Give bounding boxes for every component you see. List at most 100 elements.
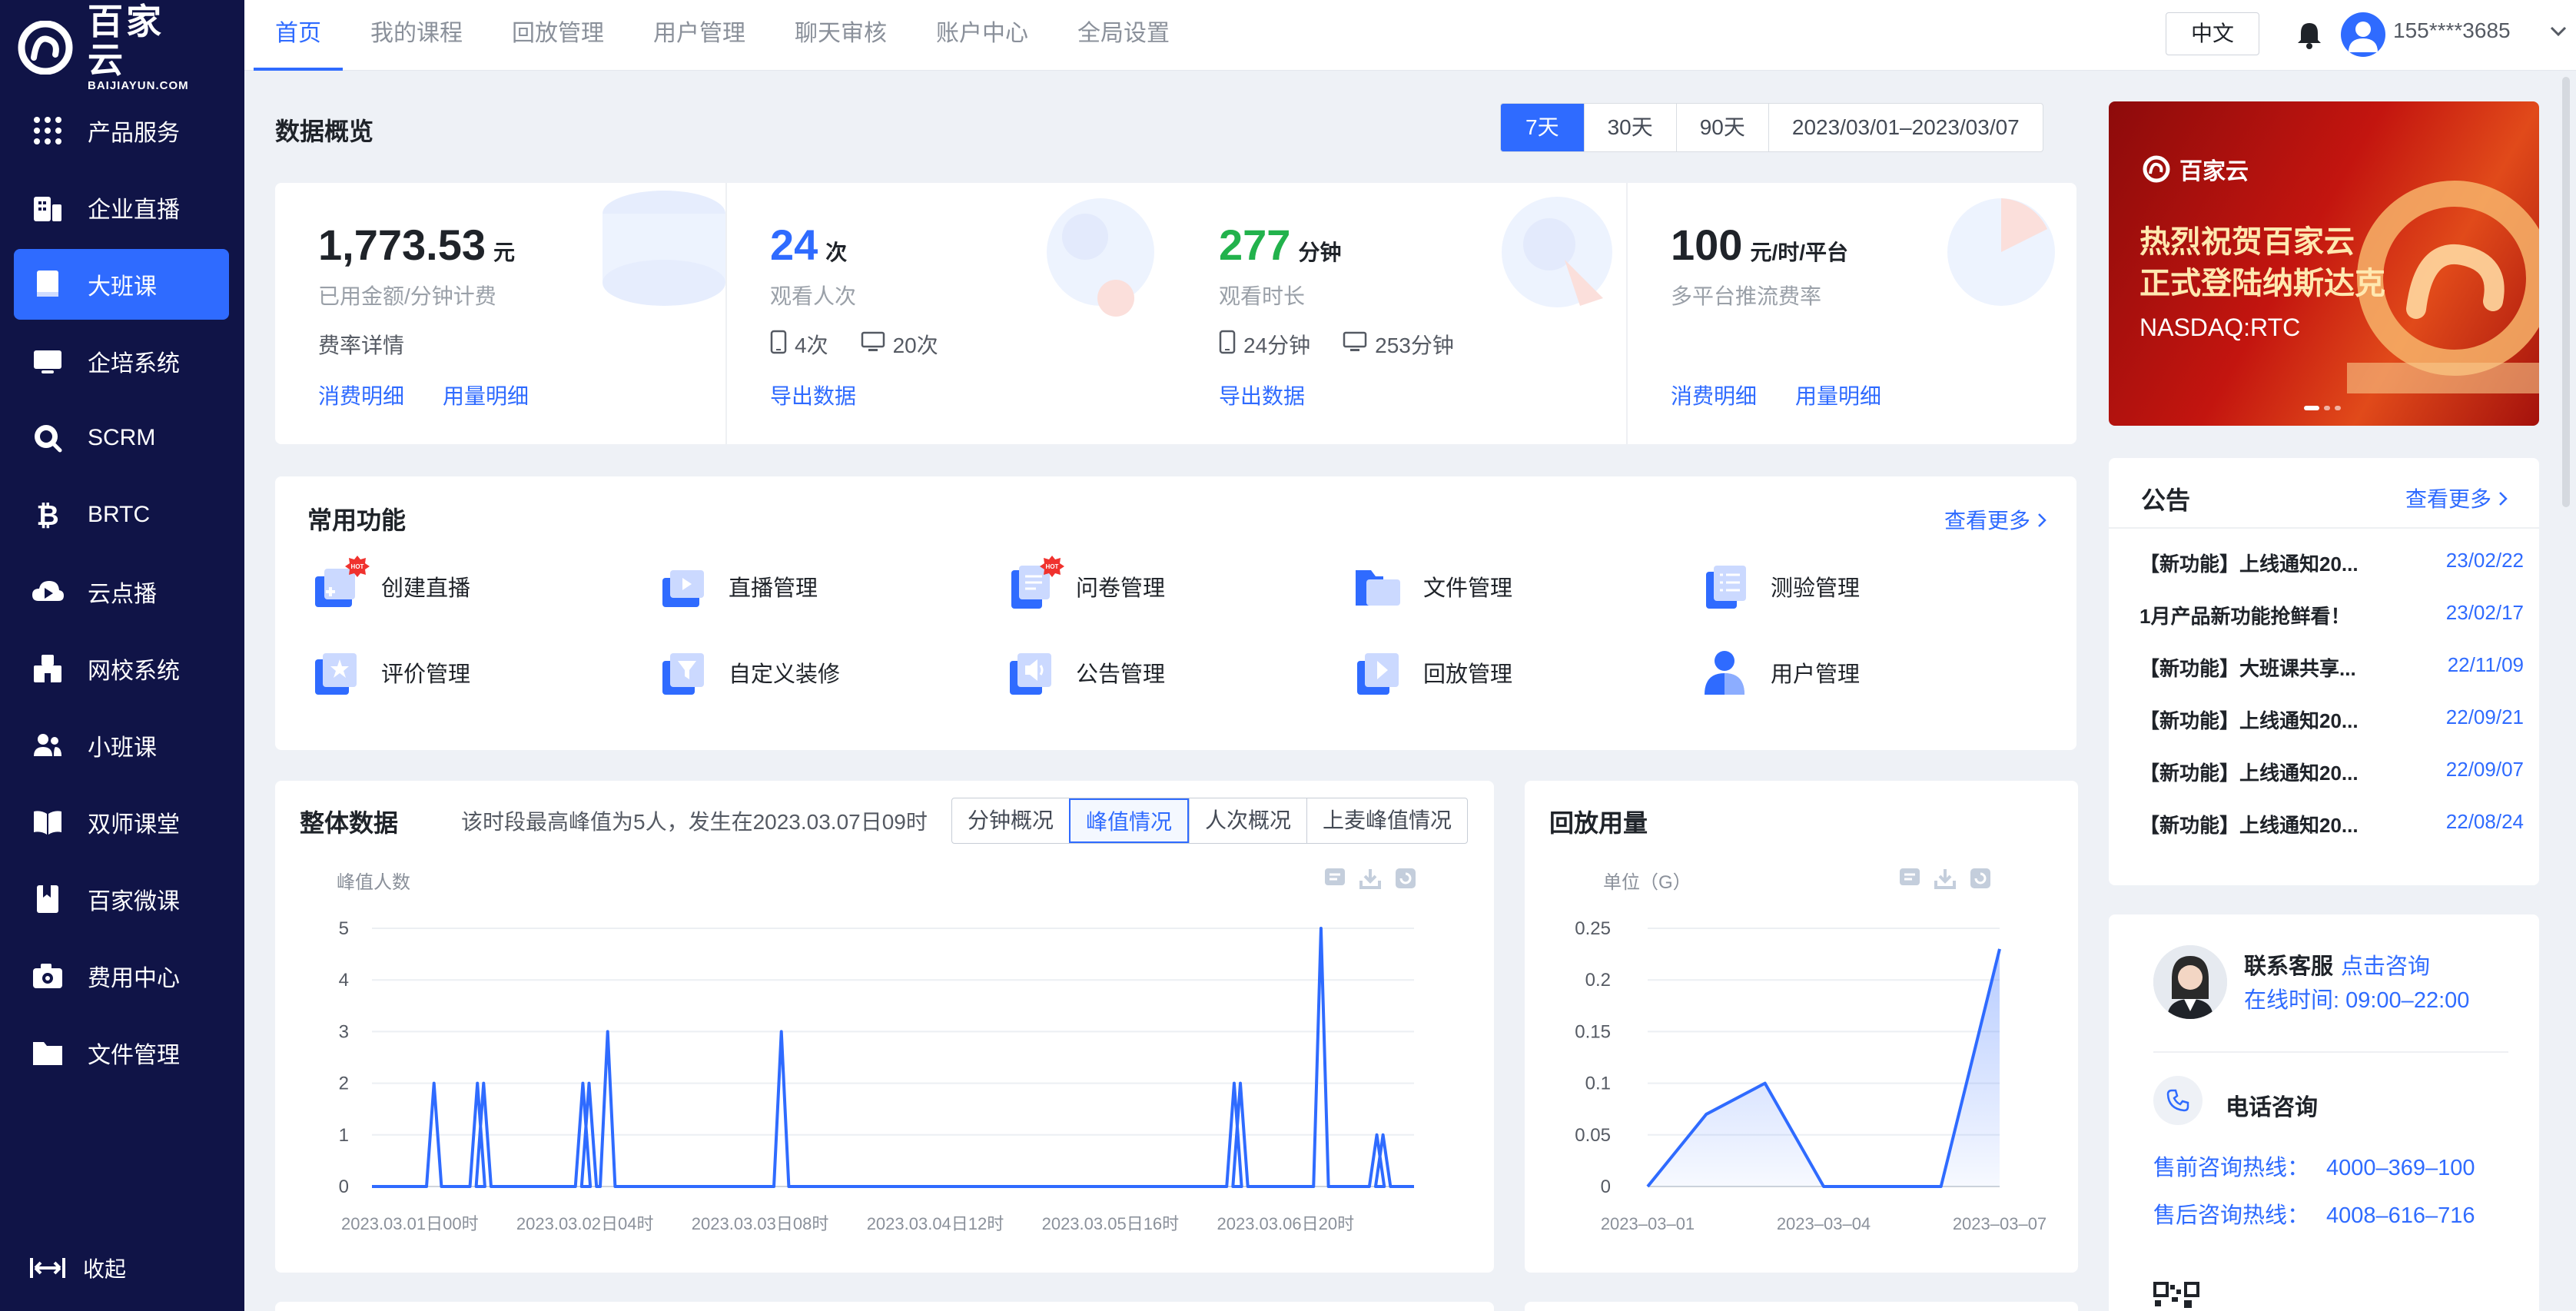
pc-icon bbox=[1343, 331, 1367, 358]
stat-label: 观看人次 bbox=[770, 284, 857, 308]
tab-account[interactable]: 账户中心 bbox=[936, 0, 1028, 71]
sidebar-item-brtc[interactable]: ₿ BRTC bbox=[14, 480, 229, 550]
tab-global-settings[interactable]: 全局设置 bbox=[1077, 0, 1170, 71]
y-tick-label: 5 bbox=[339, 918, 349, 939]
func-evaluation-management[interactable]: 评价管理 bbox=[310, 647, 470, 698]
export-data-link[interactable]: 导出数据 bbox=[770, 380, 856, 410]
tab-home[interactable]: 首页 bbox=[254, 0, 343, 71]
tab-chat-review[interactable]: 聊天审核 bbox=[795, 0, 887, 71]
sidebar-item-school[interactable]: 网校系统 bbox=[14, 633, 229, 704]
svg-text:HOT: HOT bbox=[351, 563, 364, 570]
peak-line-chart: 峰值人数 0 1 2 3 4 5 2023.03.01日00时 2023.03.02日04时 20… bbox=[337, 872, 1414, 1233]
sidebar-item-files[interactable]: 文件管理 bbox=[14, 1017, 229, 1088]
view-more-link[interactable]: 查看更多 bbox=[1944, 504, 2047, 535]
func-quiz-management[interactable]: 测验管理 bbox=[1700, 561, 1860, 612]
sidebar-item-small-class[interactable]: 小班课 bbox=[14, 710, 229, 781]
sidebar-item-training[interactable]: 企培系统 bbox=[14, 326, 229, 397]
sidebar-item-label: SCRM bbox=[88, 425, 156, 450]
banner-headline: 热烈祝贺百家云 bbox=[2139, 225, 2355, 259]
sidebar-item-label: 企培系统 bbox=[88, 351, 180, 377]
view-more-link[interactable]: 查看更多 bbox=[2405, 483, 2508, 513]
usage-details-link[interactable]: 用量明细 bbox=[1795, 380, 1881, 410]
divider bbox=[725, 183, 727, 444]
notice-item[interactable]: 【新功能】上线通知20... 22/08/24 bbox=[2139, 810, 2524, 838]
carousel-dots[interactable] bbox=[2304, 406, 2345, 410]
func-custom-decoration[interactable]: 自定义装修 bbox=[658, 647, 840, 698]
sidebar-item-products[interactable]: 产品服务 bbox=[14, 95, 229, 166]
sidebar: 百家云 BAIJIAYUN.COM 产品服务 企业直播 大班课 企培系统 SCR… bbox=[0, 0, 244, 1311]
sidebar-item-vod[interactable]: 云点播 bbox=[14, 556, 229, 627]
y-tick-label: 0.05 bbox=[1575, 1125, 1611, 1146]
series-line bbox=[372, 927, 1414, 1188]
bell-icon[interactable] bbox=[2296, 20, 2322, 53]
collapse-icon bbox=[30, 1258, 65, 1278]
grid-icon bbox=[31, 114, 65, 148]
func-file-management[interactable]: 文件管理 bbox=[1353, 561, 1512, 612]
support-hours: 在线时间: 09:00–22:00 bbox=[2244, 988, 2470, 1013]
notice-item[interactable]: 【新功能】上线通知20... 22/09/21 bbox=[2139, 705, 2524, 734]
usage-details-link[interactable]: 用量明细 bbox=[443, 380, 529, 410]
func-label: 问卷管理 bbox=[1076, 576, 1166, 601]
sidebar-item-label: 小班课 bbox=[88, 735, 157, 761]
user-icon bbox=[1700, 647, 1751, 698]
range-90-days[interactable]: 90天 bbox=[1675, 104, 1768, 151]
speaker-icon bbox=[1005, 647, 1056, 698]
consumption-details-link[interactable]: 消费明细 bbox=[318, 380, 404, 410]
aftersale-hotline[interactable]: 售后咨询热线： 4008–616–716 bbox=[2153, 1197, 2475, 1230]
range-30-days[interactable]: 30天 bbox=[1583, 104, 1676, 151]
sidebar-item-dual-teacher[interactable]: 双师课堂 bbox=[14, 787, 229, 858]
export-data-link[interactable]: 导出数据 bbox=[1219, 380, 1305, 410]
func-survey-management[interactable]: HOT 问卷管理 bbox=[1005, 556, 1166, 612]
tab-my-courses[interactable]: 我的课程 bbox=[370, 0, 463, 71]
sidebar-item-enterprise-live[interactable]: 企业直播 bbox=[14, 172, 229, 243]
brand-mark-icon bbox=[14, 20, 77, 75]
avatar[interactable] bbox=[2341, 12, 2385, 57]
sidebar-item-billing[interactable]: 费用中心 bbox=[14, 941, 229, 1011]
users-icon bbox=[31, 729, 65, 762]
rate-details-link[interactable]: 费率详情 bbox=[318, 329, 404, 360]
notice-item[interactable]: 【新功能】上线通知20... 22/09/07 bbox=[2139, 758, 2524, 786]
consult-link[interactable]: 点击咨询 bbox=[2341, 948, 2430, 981]
notice-item[interactable]: 【新功能】大班课共享... 22/11/09 bbox=[2139, 653, 2524, 682]
quiz-icon bbox=[1700, 561, 1751, 612]
presale-hotline[interactable]: 售前咨询热线： 4000–369–100 bbox=[2153, 1150, 2475, 1182]
sidebar-item-label: 产品服务 bbox=[88, 121, 180, 146]
x-tick-label: 2023.03.05日16时 bbox=[1042, 1214, 1180, 1233]
consumption-details-link[interactable]: 消费明细 bbox=[1671, 380, 1757, 410]
promo-banner[interactable]: 百家云 热烈祝贺百家云 正式登陆纳斯达克 NASDAQ:RTC bbox=[2109, 101, 2539, 426]
brand-domain: BAIJIAYUN.COM bbox=[88, 79, 189, 92]
sidebar-item-micro-course[interactable]: 百家微课 bbox=[14, 864, 229, 934]
sidebar-item-label: 网校系统 bbox=[88, 659, 180, 684]
sidebar-item-large-class[interactable]: 大班课 bbox=[14, 249, 229, 320]
megaphone-illustration-icon bbox=[1502, 197, 1612, 307]
common-functions-card: 常用功能 查看更多 HOT 创建直播 直播管理 HOT 问卷管理 文件管理 测验… bbox=[275, 476, 2076, 750]
func-create-live[interactable]: HOT 创建直播 bbox=[310, 556, 470, 612]
y-tick-label: 0.2 bbox=[1585, 970, 1611, 991]
func-replay-management[interactable]: 回放管理 bbox=[1353, 647, 1512, 698]
phone-icon bbox=[2153, 1076, 2203, 1125]
range-custom-dates[interactable]: 2023/03/01–2023/03/07 bbox=[1768, 104, 2043, 151]
range-7-days[interactable]: 7天 bbox=[1501, 104, 1584, 151]
func-user-management[interactable]: 用户管理 bbox=[1700, 647, 1860, 698]
func-notice-management[interactable]: 公告管理 bbox=[1005, 647, 1165, 698]
tab-replay[interactable]: 回放管理 bbox=[512, 0, 604, 71]
page-scrollbar[interactable] bbox=[2562, 77, 2570, 507]
notice-item[interactable]: 1月产品新功能抢鲜看！ 23/02/17 bbox=[2139, 601, 2524, 629]
sidebar-item-scrm[interactable]: SCRM bbox=[14, 403, 229, 473]
tab-users[interactable]: 用户管理 bbox=[653, 0, 745, 71]
open-book-icon bbox=[31, 805, 65, 839]
y-tick-label: 0.1 bbox=[1585, 1074, 1611, 1094]
sidebar-item-label: 双师课堂 bbox=[88, 812, 180, 838]
func-live-management[interactable]: 直播管理 bbox=[658, 561, 818, 612]
brand-logo[interactable]: 百家云 BAIJIAYUN.COM bbox=[14, 2, 198, 92]
chevron-down-icon[interactable] bbox=[2550, 26, 2567, 41]
notice-item[interactable]: 【新功能】上线通知20... 23/02/22 bbox=[2139, 549, 2524, 577]
divider bbox=[2109, 527, 2539, 529]
pc-duration: 253分钟 bbox=[1375, 334, 1454, 357]
collapse-button[interactable]: 收起 bbox=[29, 1253, 126, 1283]
user-account[interactable]: 155****3685 bbox=[2393, 18, 2511, 43]
hot-badge: HOT bbox=[1040, 556, 1064, 577]
pc-views: 20次 bbox=[892, 334, 938, 357]
language-button[interactable]: 中文 bbox=[2166, 12, 2259, 55]
x-tick-label: 2023–03–01 bbox=[1601, 1214, 1695, 1233]
